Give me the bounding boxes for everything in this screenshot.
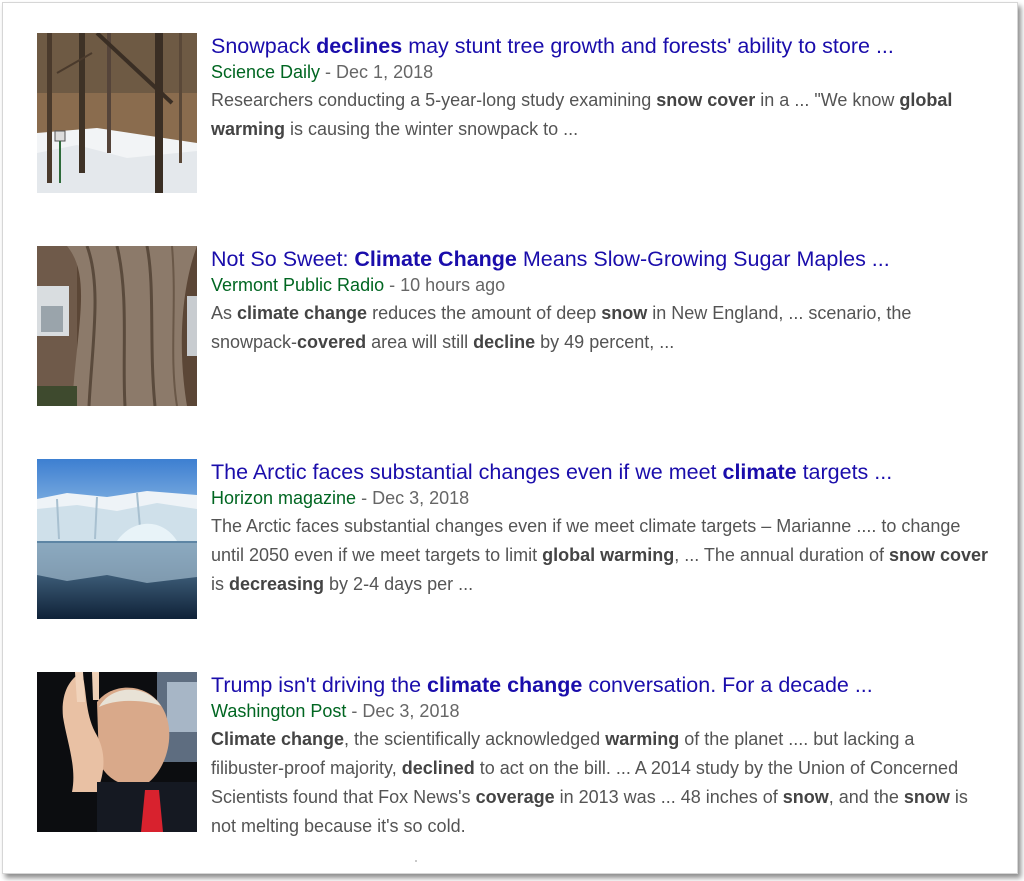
news-snippet: The Arctic faces substantial changes eve… [211, 516, 989, 594]
news-snippet: Climate change, the scientifically ackno… [211, 729, 968, 836]
news-date: Dec 3, 2018 [372, 488, 470, 508]
news-source: Horizon magazine [211, 488, 357, 508]
highlighted-term: coverage [475, 787, 555, 807]
highlighted-term: snow cover [889, 545, 989, 565]
highlighted-term: climate change [237, 303, 368, 323]
highlighted-term: covered [297, 332, 367, 352]
divider-dot [415, 860, 417, 862]
highlighted-term: global warming [211, 90, 953, 139]
news-meta: Washington Post - Dec 3, 2018 [211, 699, 991, 723]
meta-separator: - [384, 275, 401, 295]
news-meta: Science Daily - Dec 1, 2018 [211, 60, 991, 84]
news-title-link[interactable]: Trump isn't driving the climate change c… [211, 672, 991, 698]
arctic-glacier-thumbnail[interactable] [37, 459, 197, 619]
news-meta: Horizon magazine - Dec 3, 2018 [211, 486, 991, 510]
news-result-text: Not So Sweet: Climate Change Means Slow-… [211, 246, 991, 357]
news-result-3: The Arctic faces substantial changes eve… [37, 459, 1007, 629]
news-result-2: Not So Sweet: Climate Change Means Slow-… [37, 246, 1007, 416]
news-source: Science Daily [211, 62, 321, 82]
news-result-text: Trump isn't driving the climate change c… [211, 672, 991, 841]
news-snippet: As climate change reduces the amount of … [211, 303, 912, 352]
news-title-link[interactable]: Not So Sweet: Climate Change Means Slow-… [211, 246, 991, 272]
news-result-4: Trump isn't driving the climate change c… [37, 672, 1007, 842]
person-waving-image [37, 672, 197, 832]
news-result-text: The Arctic faces substantial changes eve… [211, 459, 991, 599]
highlighted-term: decreasing [229, 574, 325, 594]
snowy-forest-image [37, 33, 197, 193]
highlighted-term: snow [903, 787, 950, 807]
news-date: 10 hours ago [400, 275, 506, 295]
arctic-glacier-image [37, 459, 197, 619]
maple-tree-trunk-image [37, 246, 197, 406]
meta-separator: - [346, 701, 363, 721]
highlighted-term: declined [401, 758, 475, 778]
news-date: Dec 3, 2018 [362, 701, 460, 721]
person-waving-thumbnail[interactable] [37, 672, 197, 832]
highlighted-term: Climate Change [354, 247, 517, 271]
news-source: Vermont Public Radio [211, 275, 385, 295]
news-date: Dec 1, 2018 [336, 62, 434, 82]
highlighted-term: snow [601, 303, 648, 323]
maple-tree-thumbnail[interactable] [37, 246, 197, 406]
highlighted-term: snow cover [656, 90, 756, 110]
highlighted-term: declines [316, 34, 403, 58]
highlighted-term: climate change [427, 673, 583, 697]
news-source: Washington Post [211, 701, 347, 721]
news-snippet: Researchers conducting a 5-year-long stu… [211, 90, 953, 139]
highlighted-term: Climate change [211, 729, 345, 749]
news-meta: Vermont Public Radio - 10 hours ago [211, 273, 991, 297]
highlighted-term: snow [782, 787, 829, 807]
meta-separator: - [320, 62, 337, 82]
highlighted-term: global warming [542, 545, 675, 565]
highlighted-term: decline [473, 332, 536, 352]
news-result-1: Snowpack declines may stunt tree growth … [37, 33, 1007, 203]
news-result-text: Snowpack declines may stunt tree growth … [211, 33, 991, 144]
highlighted-term: climate [722, 460, 797, 484]
meta-separator: - [356, 488, 373, 508]
news-title-link[interactable]: The Arctic faces substantial changes eve… [211, 459, 991, 485]
news-results-panel: Snowpack declines may stunt tree growth … [2, 2, 1018, 874]
highlighted-term: warming [605, 729, 680, 749]
news-title-link[interactable]: Snowpack declines may stunt tree growth … [211, 33, 991, 59]
snowy-forest-thumbnail[interactable] [37, 33, 197, 193]
